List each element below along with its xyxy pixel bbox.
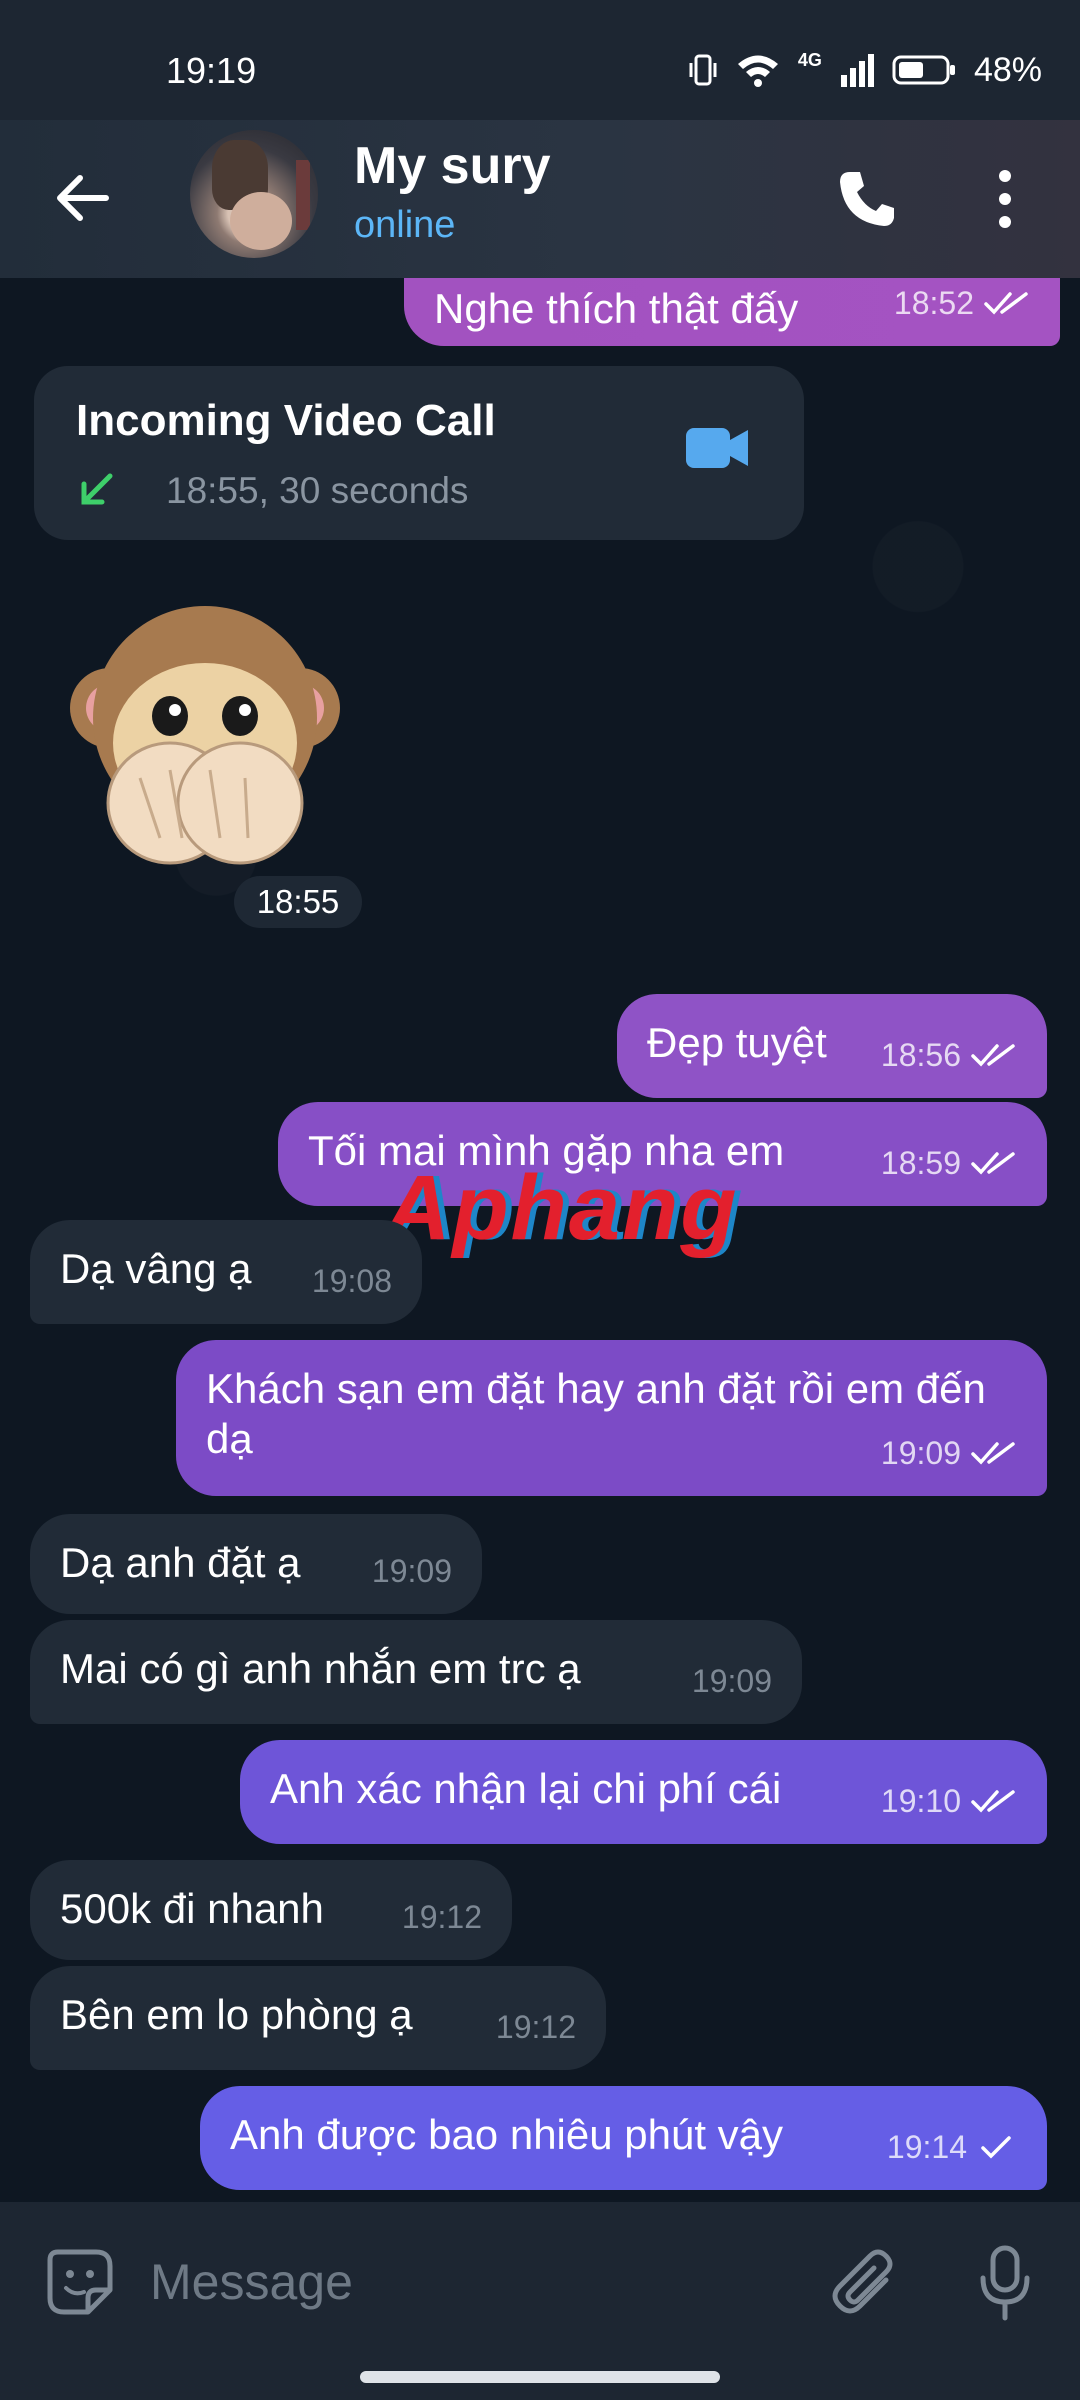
vibrate-icon	[689, 54, 717, 86]
incoming-call-card[interactable]: Incoming Video Call 18:55, 30 seconds	[34, 366, 804, 540]
message-incoming[interactable]: Dạ anh đặt ạ 19:09	[30, 1514, 482, 1614]
single-check-icon	[981, 2136, 1011, 2159]
watermark-logo: Aphang	[384, 1157, 739, 1259]
signal-icon	[840, 54, 874, 87]
status-bar: 19:19 4G 48%	[0, 0, 1080, 140]
message-incoming[interactable]: 500k đi nhanh 19:12	[30, 1860, 512, 1960]
back-arrow-icon[interactable]	[50, 165, 116, 231]
message-incoming[interactable]: Dạ vâng ạ 19:08	[30, 1220, 422, 1324]
message-time: 18:56	[880, 1037, 961, 1073]
message-outgoing[interactable]: Anh xác nhận lại chi phí cái 19:10	[240, 1740, 1047, 1844]
message-time: 19:09	[371, 1553, 452, 1589]
incoming-arrow-icon	[81, 473, 113, 505]
call-title: Incoming Video Call	[76, 396, 496, 445]
message-text: Mai có gì anh nhắn em trc ạ	[60, 1645, 581, 1692]
message-meta: 19:14	[887, 2122, 1017, 2172]
message-meta: 18:52	[894, 278, 1030, 328]
message-meta: 18:59	[881, 1138, 1017, 1188]
message-time: 19:12	[401, 1899, 482, 1935]
message-time: 19:08	[311, 1263, 392, 1299]
message-meta: 18:56	[881, 1030, 1017, 1080]
battery-percent: 48%	[973, 50, 1042, 89]
avatar[interactable]	[190, 130, 318, 258]
message-incoming[interactable]: Bên em lo phòng ạ 19:12	[30, 1966, 606, 2070]
message-time: 19:14	[886, 2129, 967, 2165]
monkey-sticker[interactable]	[70, 598, 340, 878]
double-check-icon	[971, 1790, 1015, 1813]
phone-icon[interactable]	[832, 164, 902, 234]
chat-header: My sury online	[0, 120, 1080, 278]
message-time: 18:52	[893, 285, 974, 321]
double-check-icon	[984, 292, 1028, 315]
more-options-icon[interactable]	[990, 164, 1020, 234]
battery-icon	[892, 55, 955, 85]
sticker-emoji-icon[interactable]	[44, 2246, 116, 2318]
status-time: 19:19	[166, 50, 257, 91]
contact-name[interactable]: My sury	[354, 136, 551, 196]
network-type: 4G	[797, 49, 822, 70]
message-outgoing[interactable]: Khách sạn em đặt hay anh đặt rồi em đến …	[176, 1340, 1047, 1496]
home-indicator[interactable]	[360, 2371, 720, 2383]
message-incoming[interactable]: Mai có gì anh nhắn em trc ạ 19:09	[30, 1620, 802, 1724]
paperclip-icon[interactable]	[828, 2246, 900, 2322]
double-check-icon	[971, 1044, 1015, 1067]
message-outgoing[interactable]: Anh được bao nhiêu phút vậy 19:14	[200, 2086, 1047, 2190]
double-check-icon	[971, 1442, 1015, 1465]
message-time: 19:09	[691, 1663, 772, 1699]
message-meta: 19:09	[881, 1428, 1017, 1478]
microphone-icon[interactable]	[975, 2244, 1035, 2324]
video-camera-icon[interactable]	[684, 422, 750, 474]
message-input[interactable]	[150, 2240, 750, 2324]
message-time: 19:10	[880, 1783, 961, 1819]
contact-status: online	[354, 204, 456, 246]
message-meta: 19:10	[881, 1776, 1017, 1826]
call-duration: 18:55, 30 seconds	[166, 470, 469, 511]
message-list[interactable]: Nghe thích thật đấy 18:52 Incoming Video…	[0, 278, 1080, 2202]
double-check-icon	[971, 1152, 1015, 1175]
message-outgoing[interactable]: Nghe thích thật đấy 18:52	[404, 278, 1060, 346]
sticker-time: 18:55	[234, 876, 362, 928]
message-outgoing[interactable]: Đẹp tuyệt 18:56	[617, 994, 1047, 1098]
message-time: 19:12	[495, 2009, 576, 2045]
status-icons: 4G 48%	[688, 48, 1042, 92]
message-time: 18:59	[880, 1145, 961, 1181]
message-time: 19:09	[880, 1435, 961, 1471]
wifi-icon	[737, 55, 778, 87]
